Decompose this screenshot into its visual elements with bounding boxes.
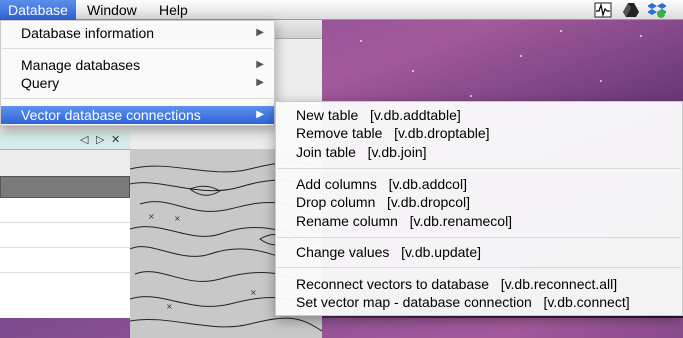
menu-item-change-values[interactable]: Change values [v.db.update] <box>276 243 682 261</box>
submenu-arrow-icon: ▶ <box>256 77 264 88</box>
menu-item-command: [v.db.addtable] <box>369 107 461 123</box>
drive-icon[interactable] <box>623 2 639 18</box>
menu-item-query[interactable]: Query ▶ <box>1 74 274 92</box>
submenu-arrow-icon: ▶ <box>256 109 264 120</box>
menu-item-label: Reconnect vectors to database <box>296 276 490 292</box>
menu-item-label: Add columns <box>296 176 377 192</box>
menu-item-drop-column[interactable]: Drop column [v.db.dropcol] <box>276 193 682 211</box>
menu-item-label: Set vector map - database connection <box>296 294 532 310</box>
svg-text:×: × <box>174 214 181 223</box>
menu-item-command: [v.db.update] <box>401 244 481 260</box>
list-item[interactable] <box>0 223 130 248</box>
close-icon[interactable]: ✕ <box>111 133 120 146</box>
menu-item-command: [v.db.renamecol] <box>409 213 513 229</box>
menu-item-label: Vector database connections <box>21 107 201 123</box>
next-arrow-icon[interactable]: ▷ <box>96 133 104 146</box>
menu-item-label: Remove table <box>296 125 383 141</box>
svg-text:×: × <box>166 302 173 311</box>
menu-item-command: [v.db.connect] <box>543 294 630 310</box>
vector-db-submenu: New table [v.db.addtable] Remove table [… <box>275 101 683 316</box>
menu-separator <box>2 48 273 49</box>
menu-database[interactable]: Database <box>0 0 76 20</box>
menu-help[interactable]: Help <box>151 0 196 20</box>
activity-monitor-icon[interactable] <box>594 2 612 18</box>
menu-item-command: [v.db.join] <box>367 144 427 160</box>
menu-item-rename-column[interactable]: Rename column [v.db.renamecol] <box>276 212 682 230</box>
menu-item-command: [v.db.droptable] <box>394 125 490 141</box>
menu-item-label: Manage databases <box>21 57 141 73</box>
layer-toolbar <box>0 176 130 198</box>
layer-panel-header: ◁ ▷ ✕ <box>0 131 130 150</box>
menu-item-new-table[interactable]: New table [v.db.addtable] <box>276 106 682 124</box>
menu-item-label: Drop column <box>296 194 376 210</box>
menu-item-set-vector-map-connection[interactable]: Set vector map - database connection [v.… <box>276 293 682 311</box>
menu-item-label: New table <box>296 107 359 123</box>
layer-list[interactable] <box>0 198 130 318</box>
menu-item-label: Change values <box>296 244 390 260</box>
menubar: Database Window Help <box>0 0 683 20</box>
svg-text:×: × <box>148 212 155 221</box>
menu-item-label: Query <box>21 75 60 91</box>
menu-item-vector-database-connections[interactable]: Vector database connections ▶ <box>1 106 274 124</box>
menu-item-reconnect-vectors[interactable]: Reconnect vectors to database [v.db.reco… <box>276 275 682 293</box>
menu-item-command: [v.db.dropcol] <box>387 194 471 210</box>
menu-item-label: Rename column <box>296 213 398 229</box>
menu-item-command: [v.db.reconnect.all] <box>500 276 618 292</box>
menu-item-label: Database information <box>21 25 155 41</box>
prev-arrow-icon[interactable]: ◁ <box>80 133 88 146</box>
svg-text:×: × <box>250 288 257 297</box>
menu-separator <box>277 237 681 238</box>
menu-item-command: [v.db.addcol] <box>388 176 467 192</box>
menu-item-database-information[interactable]: Database information ▶ <box>1 24 274 42</box>
submenu-arrow-icon: ▶ <box>256 27 264 38</box>
menu-item-label: Join table <box>296 144 356 160</box>
menu-item-add-columns[interactable]: Add columns [v.db.addcol] <box>276 175 682 193</box>
database-menu: Database information ▶ Manage databases … <box>0 20 275 126</box>
dropbox-icon[interactable] <box>648 2 666 18</box>
menu-separator <box>277 267 681 268</box>
list-item[interactable] <box>0 248 130 273</box>
list-item[interactable] <box>0 198 130 223</box>
menu-item-join-table[interactable]: Join table [v.db.join] <box>276 143 682 161</box>
menu-window[interactable]: Window <box>79 0 145 20</box>
submenu-arrow-icon: ▶ <box>256 59 264 70</box>
menu-separator <box>277 168 681 169</box>
menu-item-remove-table[interactable]: Remove table [v.db.droptable] <box>276 124 682 142</box>
menu-separator <box>2 98 273 99</box>
menu-item-manage-databases[interactable]: Manage databases ▶ <box>1 56 274 74</box>
